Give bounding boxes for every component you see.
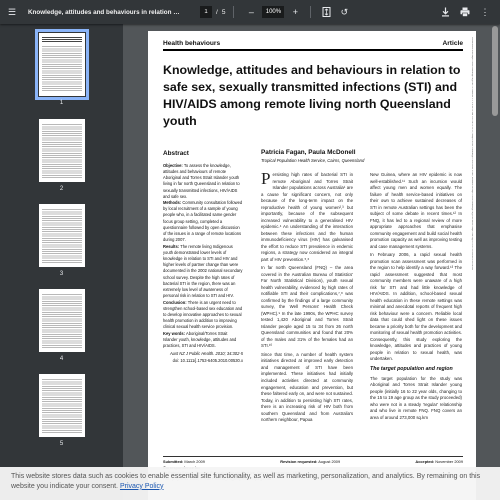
toolbar-divider — [310, 6, 312, 18]
accepted-date: November 2009 — [435, 459, 463, 464]
revision-date: August 2009 — [318, 459, 341, 464]
subheading: The target population and region — [370, 365, 453, 372]
abstract-results: The remote living Indigenous youth demon… — [163, 243, 243, 299]
page-thumbnail[interactable] — [35, 29, 89, 100]
article-type: Article — [442, 40, 463, 47]
zoom-in-button[interactable]: + — [288, 5, 302, 19]
document-view[interactable]: Downloaded from https://www.cambridge.or… — [123, 24, 500, 500]
paper-title: Knowledge, attitudes and behaviours in r… — [163, 63, 461, 129]
toolbar-divider — [233, 6, 235, 18]
page-thumbnail[interactable] — [39, 289, 85, 352]
keywords-label: Key words: — [163, 330, 186, 336]
section-header: Health behaviours Article — [163, 40, 463, 47]
citation: Aust NZ J Public Health. 2010; 34:302-5 — [169, 351, 243, 357]
authors: Patricia Fagan, Paula McDonell — [261, 149, 356, 156]
abstract-heading: Abstract — [163, 150, 189, 157]
body-paragraph: New Guinea, where an HIV epidemic is now… — [370, 172, 462, 249]
thumbnail-page-number: 1 — [59, 100, 64, 106]
page-thumbnail[interactable] — [39, 119, 85, 182]
privacy-policy-link[interactable]: Privacy Policy — [120, 483, 164, 490]
body-column-2: New Guinea, where an HIV epidemic is now… — [370, 172, 462, 424]
download-notice: Downloaded from https://www.cambridge.or… — [471, 37, 473, 270]
accepted-label: Accepted: — [415, 459, 435, 464]
thumbnail-page-number: 3 — [59, 271, 64, 277]
thumbnail-page-number: 2 — [59, 186, 64, 192]
objective-label: Objective: — [163, 162, 183, 168]
scrollbar-thumb[interactable] — [492, 26, 498, 116]
page-separator: / — [216, 8, 218, 16]
drop-cap: P — [261, 169, 271, 188]
conclusion-label: Conclusion: — [163, 299, 187, 305]
pdf-page: Downloaded from https://www.cambridge.or… — [148, 31, 476, 500]
cookie-notice-text: This website stores data such as cookies… — [11, 473, 481, 490]
submitted-label: Submitted: — [163, 459, 184, 464]
page-thumbnail[interactable] — [39, 374, 85, 437]
fit-page-icon[interactable] — [319, 5, 333, 19]
thumbnail-page-number: 5 — [59, 441, 64, 447]
download-icon[interactable] — [438, 5, 452, 19]
footer-rule — [163, 456, 463, 457]
body-paragraph: In far north Queensland (FNQ) – the area… — [261, 265, 353, 349]
print-icon[interactable] — [458, 5, 472, 19]
abstract: Abstract Objective: To assess the knowle… — [163, 149, 243, 364]
zoom-level-input[interactable]: 100% — [262, 6, 285, 18]
cookie-banner: This website stores data such as cookies… — [0, 467, 500, 500]
body-paragraph: Since that time, a number of health syst… — [261, 351, 353, 423]
abstract-methods: Community consultation followed by local… — [163, 200, 243, 243]
affiliation: Tropical Population Health Service, Cair… — [261, 158, 365, 163]
thumbnail-sidebar: 1 2 3 4 5 — [0, 24, 123, 500]
zoom-out-button[interactable]: – — [244, 5, 258, 19]
section-name: Health behaviours — [163, 40, 221, 47]
doi: doi: 10.1111/j.1753-6405.2010.00530.x — [172, 357, 243, 363]
submitted-date: March 2009 — [184, 459, 205, 464]
page-thumbnail[interactable] — [39, 204, 85, 267]
menu-icon[interactable]: ☰ — [5, 5, 19, 19]
pdf-viewer: ☰ Knowledge, attitudes and behaviours in… — [0, 0, 500, 500]
methods-label: Methods: — [163, 200, 182, 206]
body-paragraph: In February 2006, a rapid sexual health … — [370, 252, 462, 362]
page-total: 5 — [221, 8, 226, 16]
body-paragraph: ersisting high rates of bacterial STI in… — [261, 172, 353, 262]
results-label: Results: — [163, 243, 180, 249]
revision-label: Revision requested: — [280, 459, 318, 464]
more-options-icon[interactable]: ⋮ — [478, 5, 492, 19]
rotate-icon[interactable]: ↺ — [337, 5, 351, 19]
document-title: Knowledge, attitudes and behaviours in r… — [28, 8, 180, 16]
body-paragraph: The target population for the study was … — [370, 375, 462, 420]
toolbar: ☰ Knowledge, attitudes and behaviours in… — [0, 0, 500, 24]
header-rule — [163, 49, 463, 51]
thumbnail-page-number: 4 — [59, 356, 64, 362]
page-number-input[interactable] — [200, 6, 212, 18]
body-column-1: Persisting high rates of bacterial STI i… — [261, 169, 353, 426]
abstract-objective: To assess the knowledge, attitudes and b… — [163, 162, 240, 199]
